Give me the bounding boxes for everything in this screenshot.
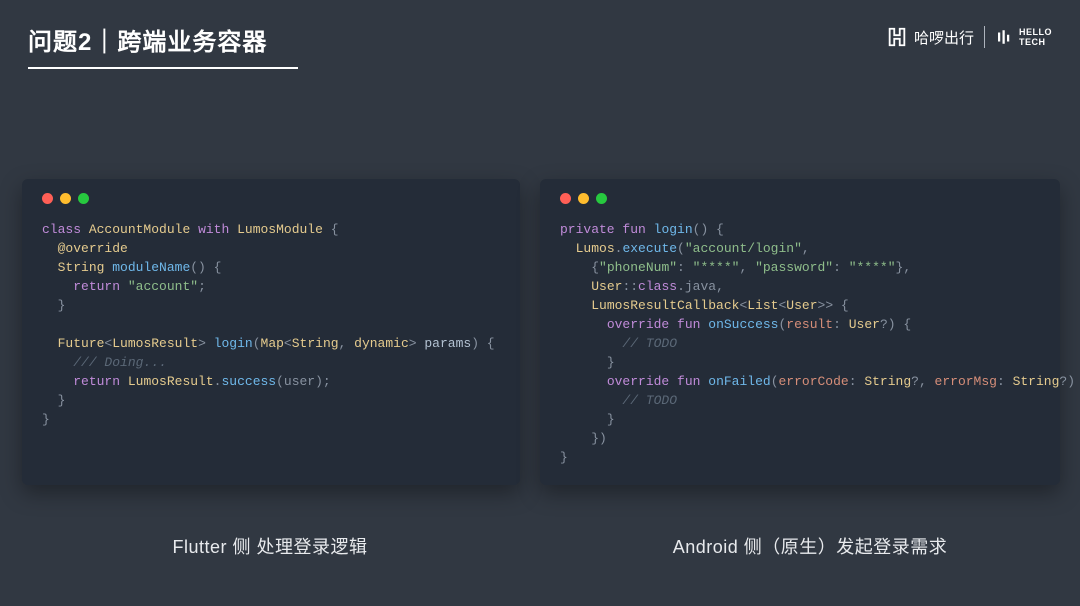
brand-logo-hello: 哈啰出行 [886,26,974,48]
minimize-dot-icon [578,193,589,204]
code-panels: class AccountModule with LumosModule { @… [0,69,1080,485]
caption-android: Android 侧（原生）发起登录需求 [540,533,1080,559]
close-dot-icon [42,193,53,204]
brand-logo-tech: HELLO TECH [995,27,1052,47]
slide-header: 问题2｜跨端业务容器 哈啰出行 HELLO TECH [0,0,1080,69]
maximize-dot-icon [596,193,607,204]
brand-name: 哈啰出行 [914,27,974,48]
window-controls [560,193,1040,204]
logo-separator [984,26,985,48]
maximize-dot-icon [78,193,89,204]
code-panel-flutter: class AccountModule with LumosModule { @… [22,179,520,485]
minimize-dot-icon [60,193,71,204]
brand-tech-text: HELLO TECH [1019,27,1052,47]
panel-captions: Flutter 侧 处理登录逻辑 Android 侧（原生）发起登录需求 [0,485,1080,559]
window-controls [42,193,500,204]
android-code: private fun login() { Lumos.execute("acc… [560,220,1040,467]
slide-title: 问题2｜跨端业务容器 [28,22,298,69]
caption-flutter: Flutter 侧 处理登录逻辑 [0,533,540,559]
logo-group: 哈啰出行 HELLO TECH [886,22,1052,48]
flutter-code: class AccountModule with LumosModule { @… [42,220,500,429]
close-dot-icon [560,193,571,204]
code-panel-android: private fun login() { Lumos.execute("acc… [540,179,1060,485]
brand-h-icon [886,26,908,48]
brand-bars-icon [995,28,1013,46]
